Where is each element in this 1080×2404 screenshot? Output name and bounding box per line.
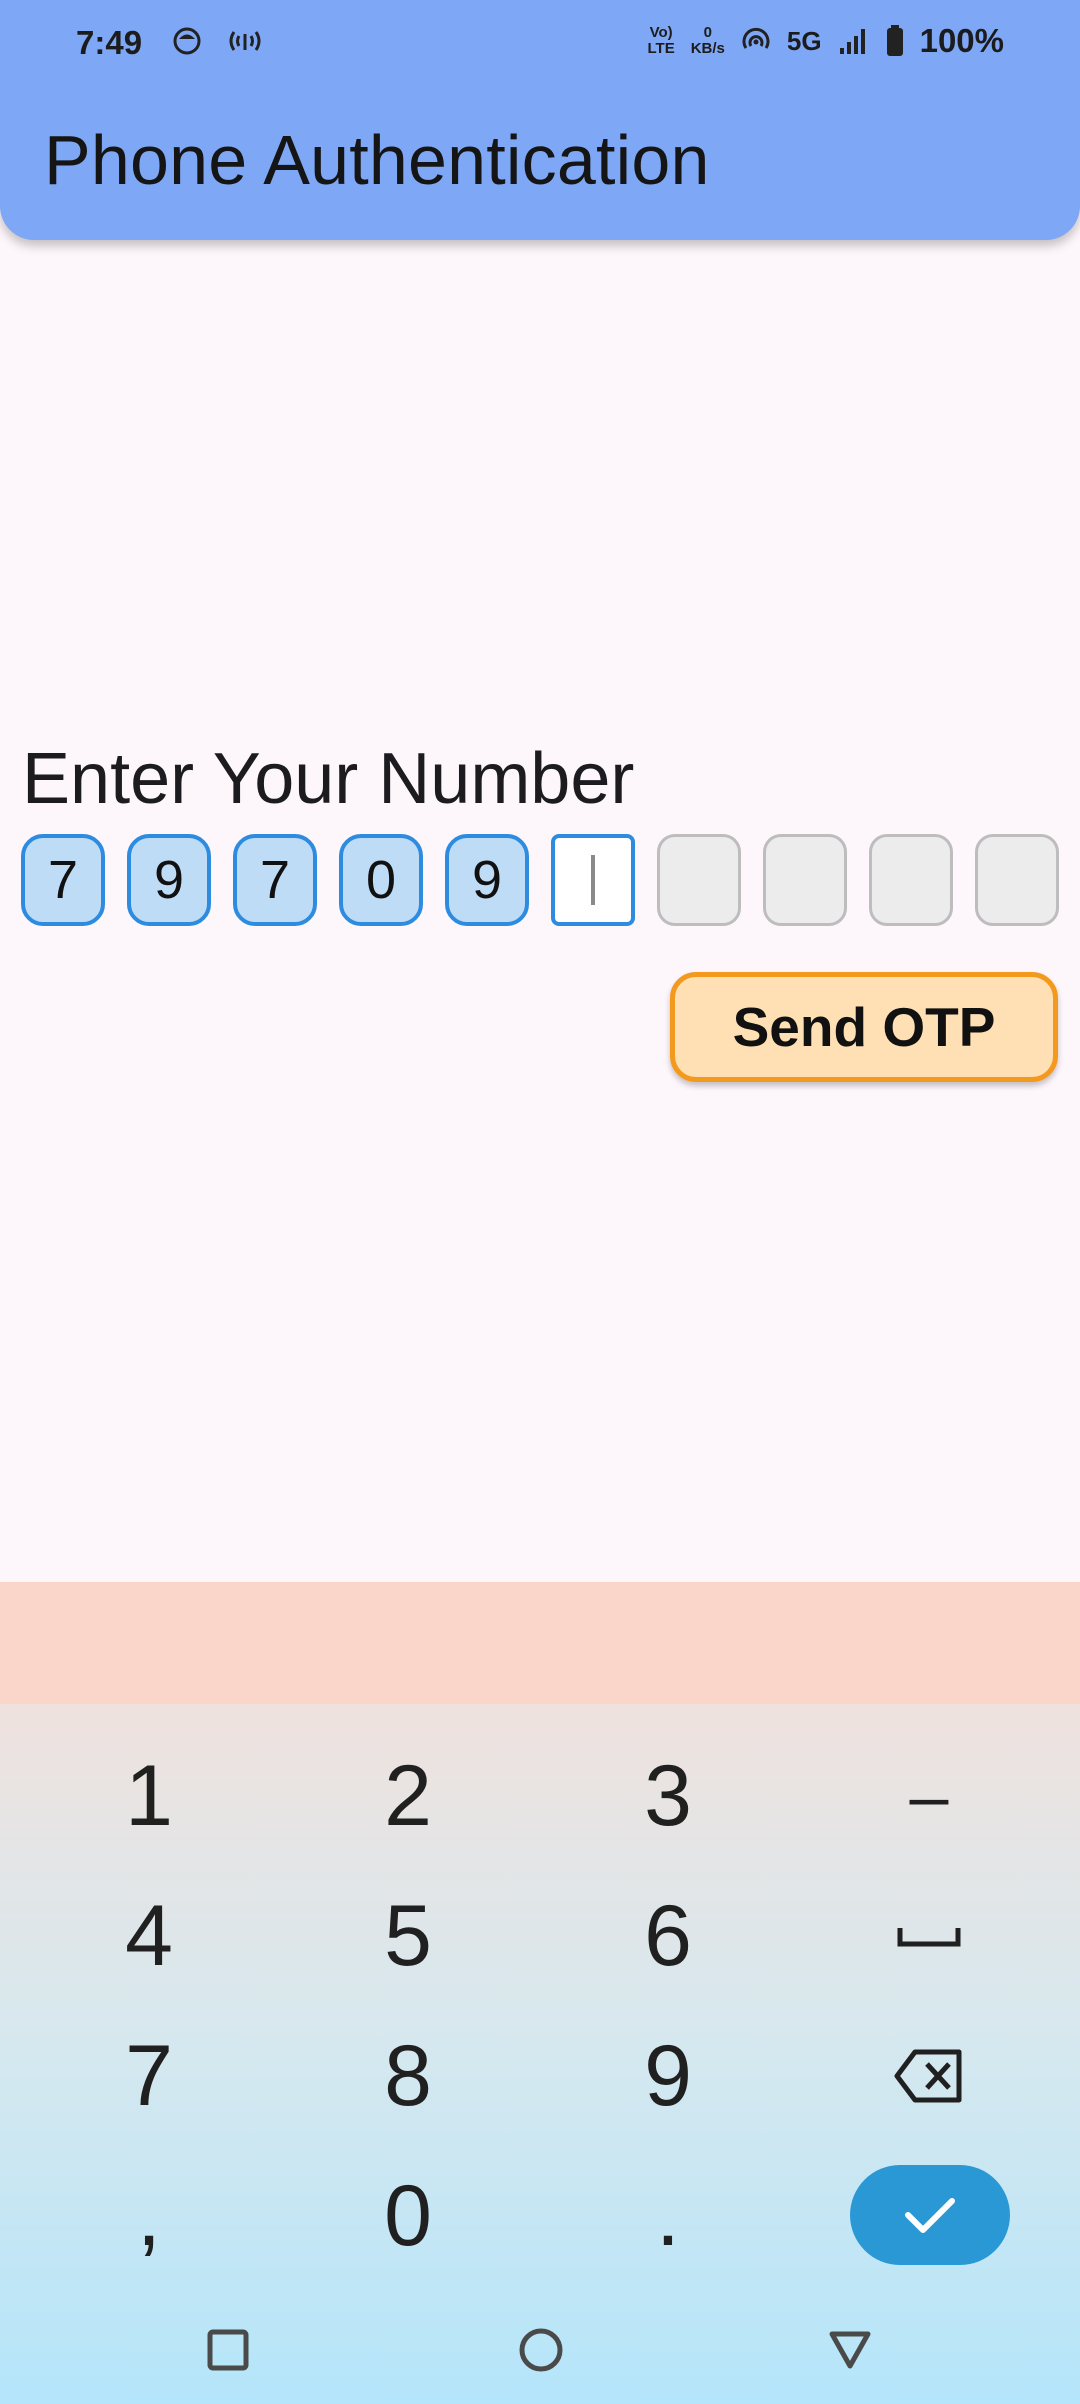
text-cursor	[591, 855, 595, 905]
volte-indicator: Vo) LTE	[648, 25, 675, 57]
square-icon	[207, 2329, 249, 2371]
network-speed-unit: KB/s	[690, 40, 725, 57]
status-left-icons	[172, 26, 264, 56]
digit-field-10[interactable]	[975, 834, 1059, 926]
circle-icon	[519, 2328, 563, 2372]
digit-field-4[interactable]: 0	[339, 834, 423, 926]
digit-field-5[interactable]: 9	[445, 834, 529, 926]
battery-percentage: 100%	[919, 22, 1004, 59]
key-period[interactable]: .	[568, 2156, 768, 2276]
recents-button[interactable]	[198, 2320, 258, 2380]
digit-field-1[interactable]: 7	[21, 834, 105, 926]
home-button[interactable]	[511, 2320, 571, 2380]
page-title: Phone Authentication	[44, 121, 710, 199]
key-3[interactable]: 3	[568, 1736, 768, 1856]
volte-bottom: LTE	[647, 40, 675, 57]
backspace-icon	[894, 2049, 962, 2103]
key-2[interactable]: 2	[308, 1736, 508, 1856]
hotspot-signal-icon	[229, 31, 261, 51]
back-button[interactable]	[820, 2320, 880, 2380]
digit-field-3[interactable]: 7	[233, 834, 317, 926]
key-4[interactable]: 4	[49, 1876, 249, 1996]
digit-field-8[interactable]	[763, 834, 847, 926]
key-1[interactable]: 1	[49, 1736, 249, 1856]
hotspot-icon	[742, 27, 770, 49]
app-bar: 7:49 Vo) LTE 0 KB/s 5G 100% Phone Authen…	[0, 0, 1080, 240]
key-6[interactable]: 6	[568, 1876, 768, 1996]
digit-field-7[interactable]	[657, 834, 741, 926]
send-otp-button[interactable]: Send OTP	[670, 972, 1058, 1082]
key-comma[interactable]: ,	[49, 2156, 249, 2276]
key-0[interactable]: 0	[308, 2156, 508, 2276]
key-8[interactable]: 8	[308, 2016, 508, 2136]
battery-icon	[886, 25, 903, 56]
notification-face-icon	[173, 27, 201, 55]
done-key[interactable]	[850, 2165, 1010, 2265]
phone-number-prompt: Enter Your Number	[22, 739, 635, 819]
keyboard-suggestion-strip	[0, 1582, 1080, 1704]
status-right-icons: Vo) LTE 0 KB/s 5G 100%	[648, 22, 1005, 60]
network-speed-value: 0	[703, 24, 712, 41]
status-time: 7:49	[76, 24, 143, 61]
digit-field-9[interactable]	[869, 834, 953, 926]
volte-top: Vo)	[649, 24, 673, 41]
system-navigation-bar	[0, 2294, 1080, 2404]
key-space[interactable]	[829, 1876, 1029, 1996]
digit-field-6[interactable]	[551, 834, 635, 926]
check-icon	[905, 2198, 955, 2233]
key-5[interactable]: 5	[308, 1876, 508, 1996]
key-9[interactable]: 9	[568, 2016, 768, 2136]
network-speed: 0 KB/s	[691, 25, 725, 57]
signal-icon	[839, 29, 865, 54]
status-bar: 7:49 Vo) LTE 0 KB/s 5G 100%	[0, 0, 1080, 90]
space-icon	[897, 1928, 961, 1947]
triangle-back-icon	[829, 2331, 871, 2369]
key-7[interactable]: 7	[49, 2016, 249, 2136]
network-type: 5G	[786, 25, 822, 56]
digit-field-2[interactable]: 9	[127, 834, 211, 926]
phone-number-input[interactable]: 7 9 7 0 9	[21, 834, 1059, 926]
key-backspace[interactable]	[829, 2016, 1029, 2136]
key-dash[interactable]: –	[829, 1736, 1029, 1856]
